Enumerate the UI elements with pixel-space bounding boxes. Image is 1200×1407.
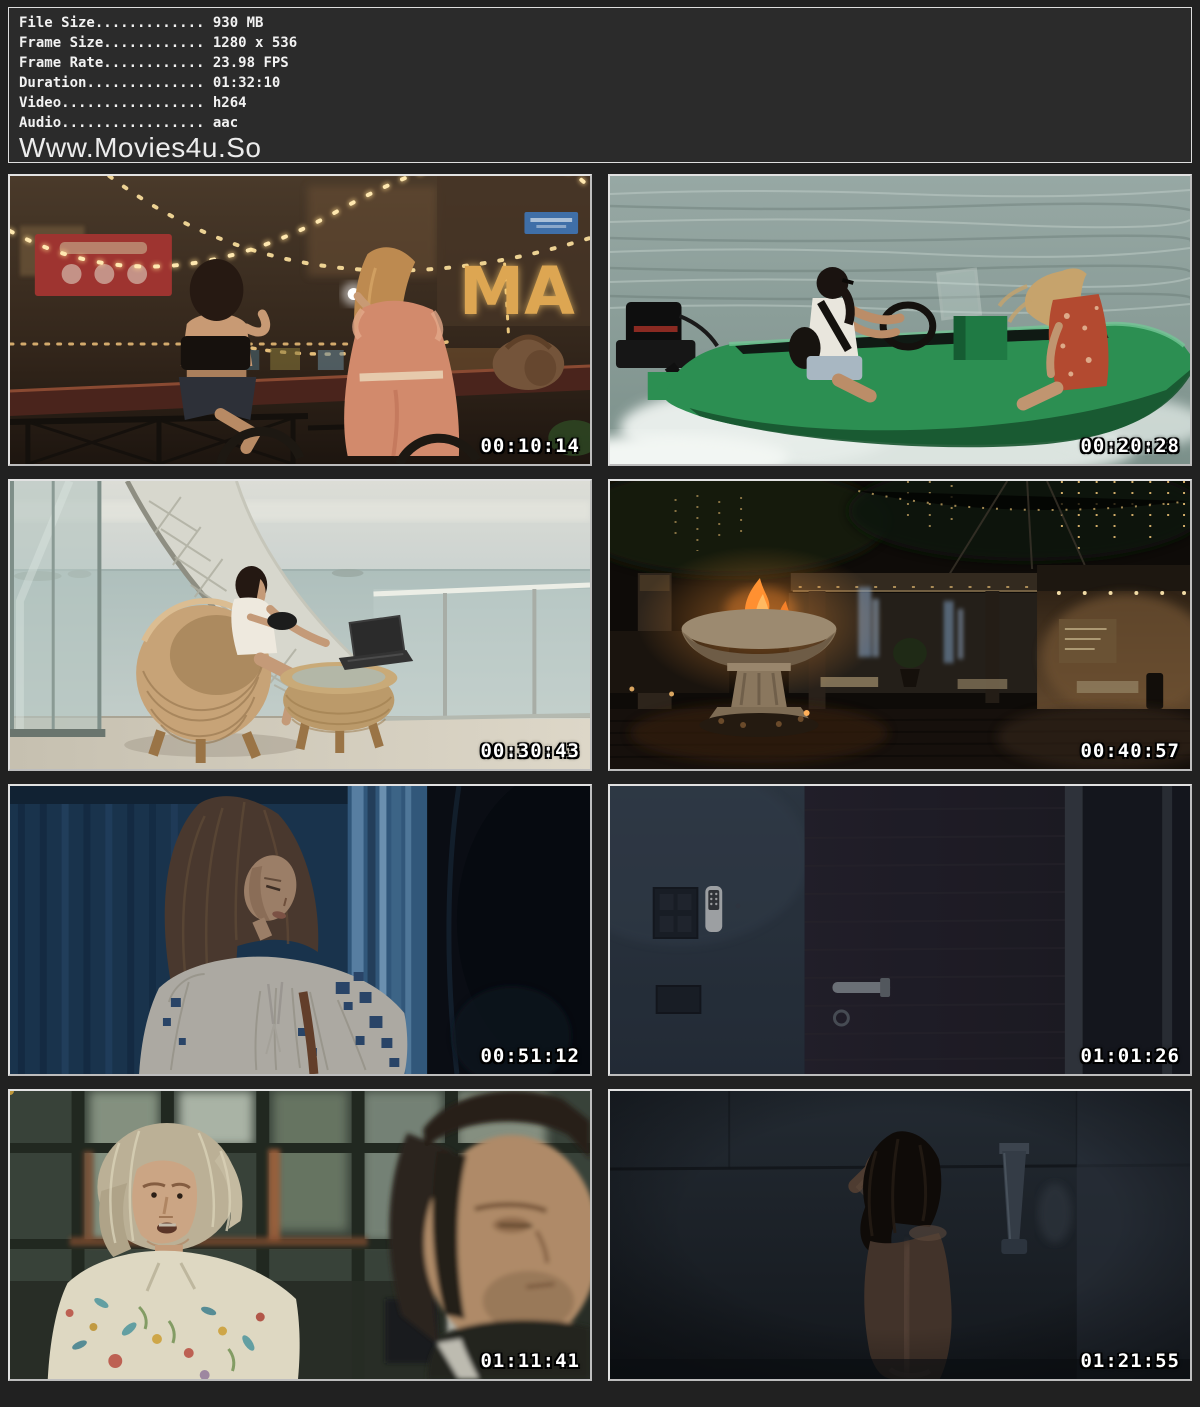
site-watermark: Www.Movies4u.So <box>19 133 1181 163</box>
scene-dark-shower-illustration <box>610 1091 1190 1379</box>
duration-value: 01:32:10 <box>204 75 280 91</box>
building-right <box>1037 565 1190 718</box>
dots: ................. <box>61 95 204 111</box>
timestamp-overlay: 01:11:41 <box>480 1350 580 1372</box>
duration-label: Duration <box>19 75 86 91</box>
file-info-panel: File Size.............930 MB Frame Size.… <box>8 7 1192 163</box>
screenshot-3-thumbnail: 00:30:43 <box>8 479 592 771</box>
video-value: h264 <box>204 95 246 111</box>
screenshot-6-thumbnail: 01:01:26 <box>608 784 1192 1076</box>
dots: ............ <box>103 55 204 71</box>
file-size-label: File Size <box>19 15 95 31</box>
video-label: Video <box>19 95 61 111</box>
duration-row: Duration..............01:32:10 <box>19 73 1181 93</box>
screenshot-grid: MA MA <box>8 174 1192 1381</box>
frame-rate-label: Frame Rate <box>19 55 103 71</box>
timestamp-overlay: 00:10:14 <box>480 435 580 457</box>
scene-woman-blouse-illustration <box>10 786 590 1074</box>
scene-green-boat-illustration <box>610 176 1190 464</box>
timestamp-overlay: 00:40:57 <box>1080 740 1180 762</box>
video-codec-row: Video.................h264 <box>19 93 1181 113</box>
file-size-row: File Size.............930 MB <box>19 13 1181 33</box>
screenshot-8-thumbnail: 01:21:55 <box>608 1089 1192 1381</box>
scene-night-market-illustration: MA MA <box>10 176 590 464</box>
timestamp-overlay: 00:30:43 <box>480 740 580 762</box>
screenshot-7-thumbnail: 01:11:41 <box>8 1089 592 1381</box>
lit-sign-letters: MA MA <box>459 253 575 330</box>
scene-night-courtyard-illustration <box>610 481 1190 769</box>
dots: ............ <box>103 35 204 51</box>
screenshot-4-thumbnail: 00:40:57 <box>608 479 1192 771</box>
timestamp-overlay: 01:01:26 <box>1080 1045 1180 1067</box>
timestamp-overlay: 00:51:12 <box>480 1045 580 1067</box>
scene-dark-door-illustration <box>610 786 1190 1074</box>
screenshot-2-thumbnail: 00:20:28 <box>608 174 1192 466</box>
svg-text:MA: MA <box>459 253 575 330</box>
glass-wall-left <box>10 481 105 737</box>
file-size-value: 930 MB <box>204 15 263 31</box>
dots: ................. <box>61 115 204 131</box>
timestamp-overlay: 01:21:55 <box>1080 1350 1180 1372</box>
frame-rate-row: Frame Rate............23.98 FPS <box>19 53 1181 73</box>
audio-codec-row: Audio.................aac <box>19 113 1181 133</box>
scene-balcony-sea-view-illustration <box>10 481 590 769</box>
scene-two-men-talking-illustration <box>10 1091 590 1379</box>
dots: .............. <box>86 75 204 91</box>
timestamp-overlay: 00:20:28 <box>1080 435 1180 457</box>
wicker-table <box>280 662 397 753</box>
audio-value: aac <box>204 115 238 131</box>
dots: ............. <box>95 15 205 31</box>
audio-label: Audio <box>19 115 61 131</box>
screenshot-1-thumbnail: MA MA <box>8 174 592 466</box>
frame-size-row: Frame Size............1280 x 536 <box>19 33 1181 53</box>
frame-rate-value: 23.98 FPS <box>204 55 288 71</box>
frame-size-label: Frame Size <box>19 35 103 51</box>
screenshot-5-thumbnail: 00:51:12 <box>8 784 592 1076</box>
frame-size-value: 1280 x 536 <box>204 35 297 51</box>
